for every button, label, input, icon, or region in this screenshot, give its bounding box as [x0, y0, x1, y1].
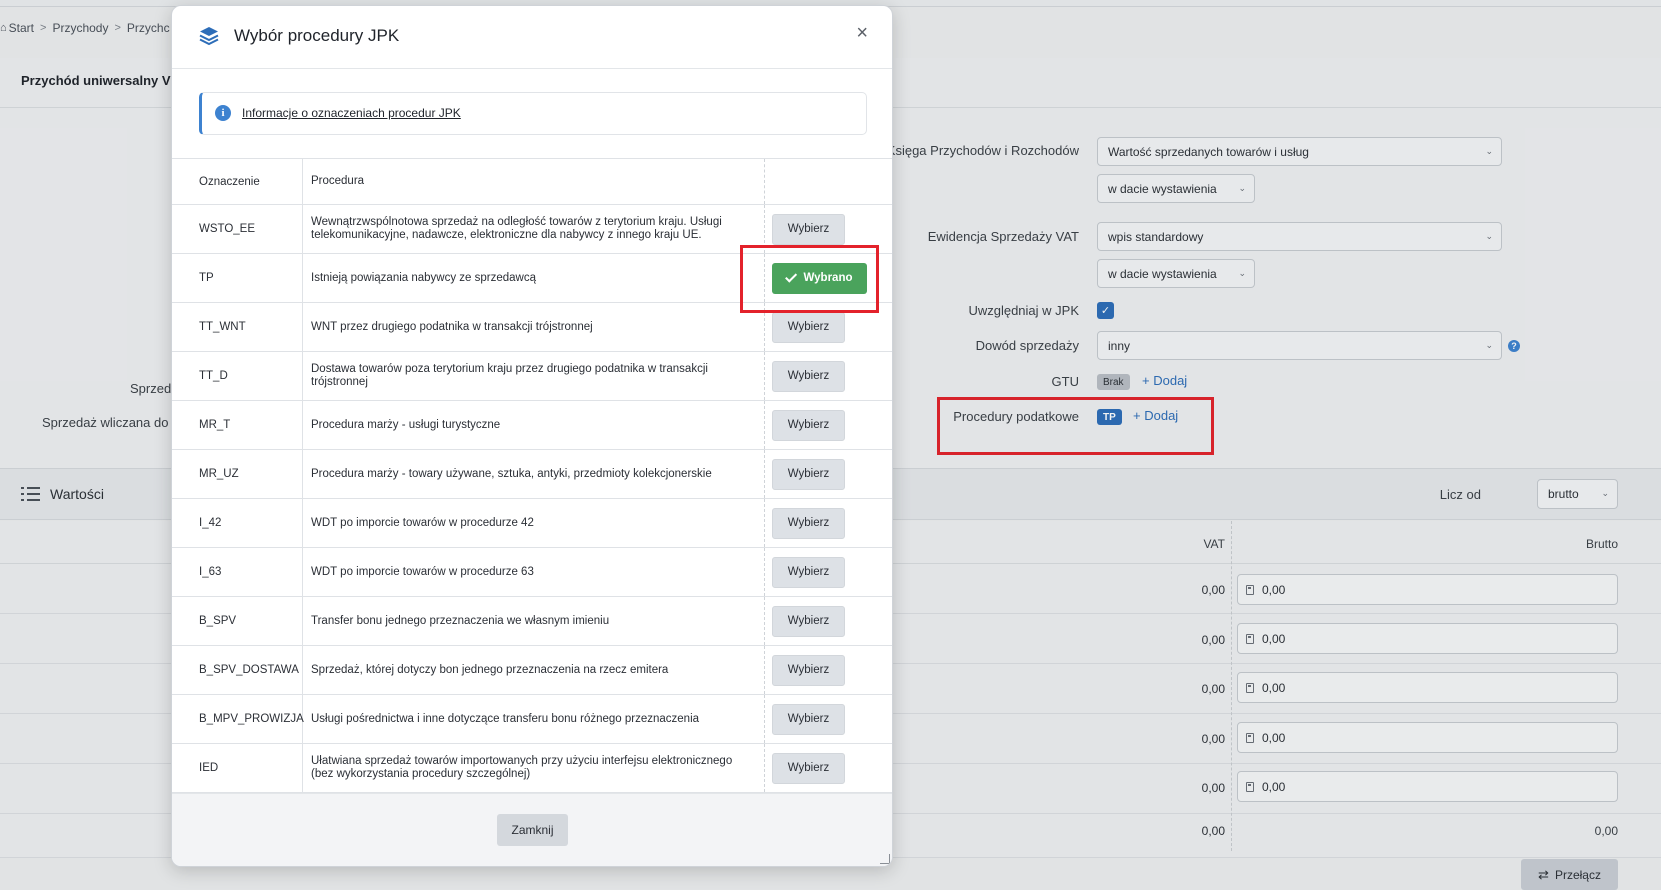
procedure-code: B_SPV_DOSTAWA [172, 646, 303, 694]
procedure-table-header: Oznaczenie Procedura [172, 158, 892, 205]
table-row: B_SPV_DOSTAWA Sprzedaż, której dotyczy b… [172, 646, 892, 695]
procedure-code: B_MPV_PROWIZJA [172, 695, 304, 743]
table-row: B_SPV Transfer bonu jednego przeznaczeni… [172, 597, 892, 646]
info-icon: i [215, 105, 231, 121]
layers-icon [199, 27, 219, 46]
choose-button[interactable]: Wybierz [772, 654, 845, 686]
choose-button[interactable]: Wybierz [772, 360, 845, 392]
highlight-selected-button [740, 245, 879, 313]
choose-button[interactable]: Wybierz [772, 458, 845, 490]
close-icon[interactable]: × [856, 23, 868, 43]
procedure-code: IED [172, 744, 303, 792]
table-row: IED Ułatwiana sprzedaż towarów importowa… [172, 744, 892, 793]
action-cell: Wybierz [764, 597, 892, 645]
choose-button[interactable]: Wybierz [772, 507, 845, 539]
procedure-code: WSTO_EE [172, 205, 303, 253]
procedure-desc: WDT po imporcie towarów w procedurze 63 [311, 565, 534, 578]
info-link[interactable]: Informacje o oznaczeniach procedur JPK [242, 106, 461, 120]
action-cell: Wybierz [764, 548, 892, 596]
choose-button[interactable]: Wybierz [772, 752, 845, 784]
choose-button[interactable]: Wybierz [772, 311, 845, 343]
info-box: i Informacje o oznaczeniach procedur JPK [199, 92, 867, 135]
procedure-desc: Usługi pośrednictwa i inne dotyczące tra… [311, 712, 700, 725]
procedure-desc: Procedura marży - towary używane, sztuka… [311, 467, 712, 480]
col-code-header: Oznaczenie [172, 159, 303, 204]
col-action-header [764, 159, 892, 204]
table-row: I_42 WDT po imporcie towarów w procedurz… [172, 499, 892, 548]
table-row: MR_UZ Procedura marży - towary używane, … [172, 450, 892, 499]
action-cell: Wybierz [764, 352, 892, 400]
action-cell: Wybierz [764, 646, 892, 694]
modal-header: Wybór procedury JPK × [172, 6, 892, 69]
table-row: I_63 WDT po imporcie towarów w procedurz… [172, 548, 892, 597]
modal-title: Wybór procedury JPK [234, 26, 400, 45]
procedure-desc: WDT po imporcie towarów w procedurze 42 [311, 516, 534, 529]
action-cell: Wybierz [764, 695, 892, 743]
procedure-code: I_63 [172, 548, 303, 596]
choose-button[interactable]: Wybierz [772, 556, 845, 588]
jpk-procedure-modal: Wybór procedury JPK × i Informacje o ozn… [171, 5, 893, 867]
procedure-desc: Ułatwiana sprzedaż towarów importowanych… [311, 755, 733, 780]
table-row: B_MPV_PROWIZJA Usługi pośrednictwa i inn… [172, 695, 892, 744]
procedure-code: B_SPV [172, 597, 303, 645]
procedure-code: TP [172, 254, 303, 302]
table-row: TT_D Dostawa towarów poza terytorium kra… [172, 352, 892, 401]
procedure-code: I_42 [172, 499, 303, 547]
procedure-desc: Sprzedaż, której dotyczy bon jednego prz… [311, 663, 669, 676]
table-row: MR_T Procedura marży - usługi turystyczn… [172, 401, 892, 450]
choose-button[interactable]: Wybierz [772, 703, 845, 735]
procedure-desc: Procedura marży - usługi turystyczne [311, 418, 501, 431]
procedure-desc: Dostawa towarów poza terytorium kraju pr… [311, 363, 708, 388]
choose-button[interactable]: Wybierz [772, 213, 845, 245]
procedure-code: MR_UZ [172, 450, 303, 498]
procedure-desc: Istnieją powiązania nabywcy ze sprzedawc… [311, 271, 537, 284]
close-modal-button[interactable]: Zamknij [497, 814, 568, 846]
procedure-code: TT_WNT [172, 303, 303, 351]
procedure-desc: Transfer bonu jednego przeznaczenia we w… [311, 614, 610, 627]
choose-button[interactable]: Wybierz [772, 409, 845, 441]
action-cell: Wybierz [764, 401, 892, 449]
procedure-desc: Wewnątrzwspólnotowa sprzedaż na odległoś… [311, 216, 722, 241]
resize-handle-icon[interactable] [880, 854, 890, 864]
procedure-code: TT_D [172, 352, 303, 400]
action-cell: Wybierz [764, 744, 892, 792]
choose-button[interactable]: Wybierz [772, 605, 845, 637]
procedure-desc: WNT przez drugiego podatnika w transakcj… [311, 320, 593, 333]
action-cell: Wybierz [764, 450, 892, 498]
modal-footer: Zamknij [172, 793, 892, 866]
procedure-code: MR_T [172, 401, 303, 449]
action-cell: Wybierz [764, 499, 892, 547]
col-desc-header: Procedura [311, 175, 365, 187]
